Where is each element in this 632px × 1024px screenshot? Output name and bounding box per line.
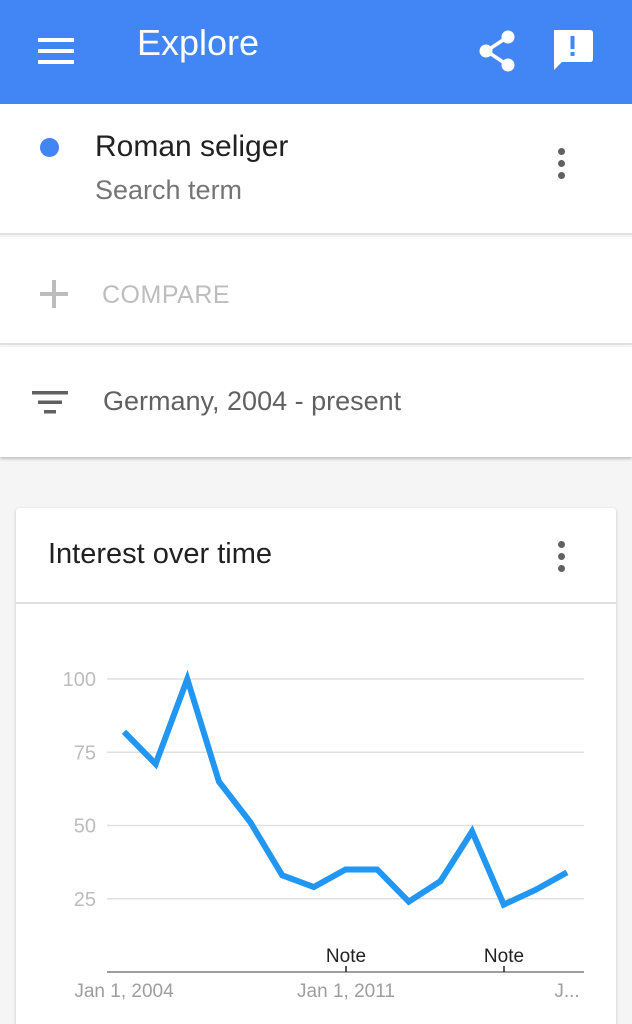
- card-title: Interest over time: [48, 538, 273, 570]
- x-tick-label: Jan 1, 2004: [74, 981, 174, 1002]
- y-tick-label: 75: [74, 742, 96, 764]
- app-bar: Explore: [0, 0, 632, 104]
- y-tick-label: 50: [74, 816, 96, 838]
- feedback-icon[interactable]: [548, 26, 596, 74]
- add-icon: [38, 278, 70, 310]
- page-title: Explore: [137, 22, 260, 63]
- search-term-type: Search term: [95, 175, 243, 205]
- note-annotation: Note: [326, 946, 366, 967]
- compare-label: COMPARE: [102, 281, 231, 309]
- search-term-name[interactable]: Roman seliger: [95, 130, 288, 164]
- y-tick-label: 100: [63, 669, 96, 691]
- compare-button[interactable]: [0, 237, 632, 345]
- note-annotation: Note: [484, 946, 524, 967]
- search-term-panel: [0, 104, 632, 235]
- term-more-options-icon[interactable]: [551, 145, 571, 185]
- y-tick-label: 25: [74, 889, 96, 911]
- hamburger-menu-icon[interactable]: [36, 36, 76, 66]
- share-icon[interactable]: [475, 28, 521, 74]
- filter-icon: [32, 389, 68, 417]
- x-tick-label: Jan 1, 2011: [297, 981, 395, 1002]
- interest-line-chart: 25 50 75 100 Note Note Jan 1, 2004 Jan 1, 2011 J…: [63, 669, 584, 1002]
- series-line: [121, 669, 569, 909]
- filter-label: Germany, 2004 - present: [103, 386, 402, 416]
- x-tick-label: J...: [554, 981, 579, 1002]
- card-more-options-icon[interactable]: [551, 538, 571, 578]
- series-color-dot: [40, 138, 59, 157]
